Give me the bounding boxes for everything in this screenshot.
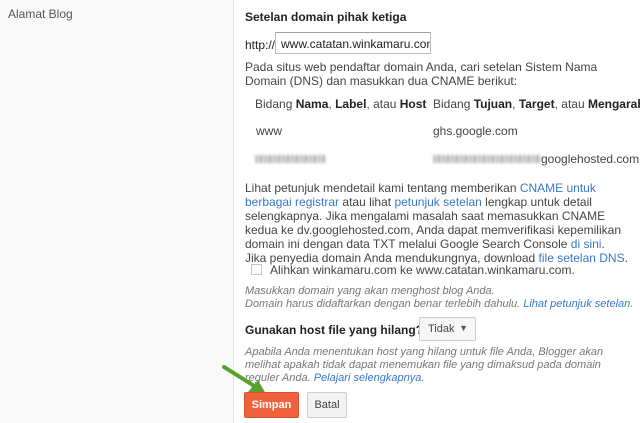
setup-guide-link[interactable]: Lihat petunjuk setelan: [523, 298, 630, 310]
chevron-down-icon: ▼: [459, 323, 468, 333]
missing-host-hint: Apabila Anda menentukan host yang hilang…: [245, 346, 604, 384]
redacted-cname-name: [255, 155, 325, 163]
cname-row1-name: www: [256, 124, 282, 138]
missing-host-selected-value: Tidak: [428, 323, 455, 335]
url-prefix: http://: [245, 38, 276, 52]
cancel-button[interactable]: Batal: [307, 392, 347, 418]
cname-row1-target: ghs.google.com: [433, 124, 518, 138]
redirect-checkbox[interactable]: [251, 264, 262, 275]
column-header-target: Bidang Tujuan, Target, atau Mengarah k: [433, 97, 640, 111]
missing-host-select[interactable]: Tidak ▼: [419, 317, 476, 341]
redirect-checkbox-label[interactable]: Alihkan winkamaru.com ke www.catatan.win…: [270, 263, 575, 277]
search-console-link[interactable]: di sini: [571, 237, 602, 251]
save-button[interactable]: Simpan: [244, 392, 299, 418]
dns-intro-text: Pada situs web pendaftar domain Anda, ca…: [245, 60, 598, 88]
section-heading: Setelan domain pihak ketiga: [245, 10, 407, 24]
setup-instructions: Lihat petunjuk mendetail kami tentang me…: [245, 181, 628, 265]
learn-more-link[interactable]: Pelajari selengkapnya: [314, 372, 422, 384]
missing-host-label: Gunakan host file yang hilang?: [245, 323, 424, 337]
setup-instructions-link[interactable]: petunjuk setelan: [394, 195, 481, 209]
column-header-name: Bidang Nama, Label, atau Host: [255, 97, 427, 111]
redacted-cname-target: [433, 155, 541, 163]
cname-row2-target-suffix: googlehosted.com: [541, 152, 640, 166]
domain-hint: Masukkan domain yang akan menghost blog …: [245, 285, 634, 310]
domain-input[interactable]: www.catatan.winkamaru.com: [275, 32, 431, 54]
section-label-blog-address: Alamat Blog: [8, 7, 73, 21]
